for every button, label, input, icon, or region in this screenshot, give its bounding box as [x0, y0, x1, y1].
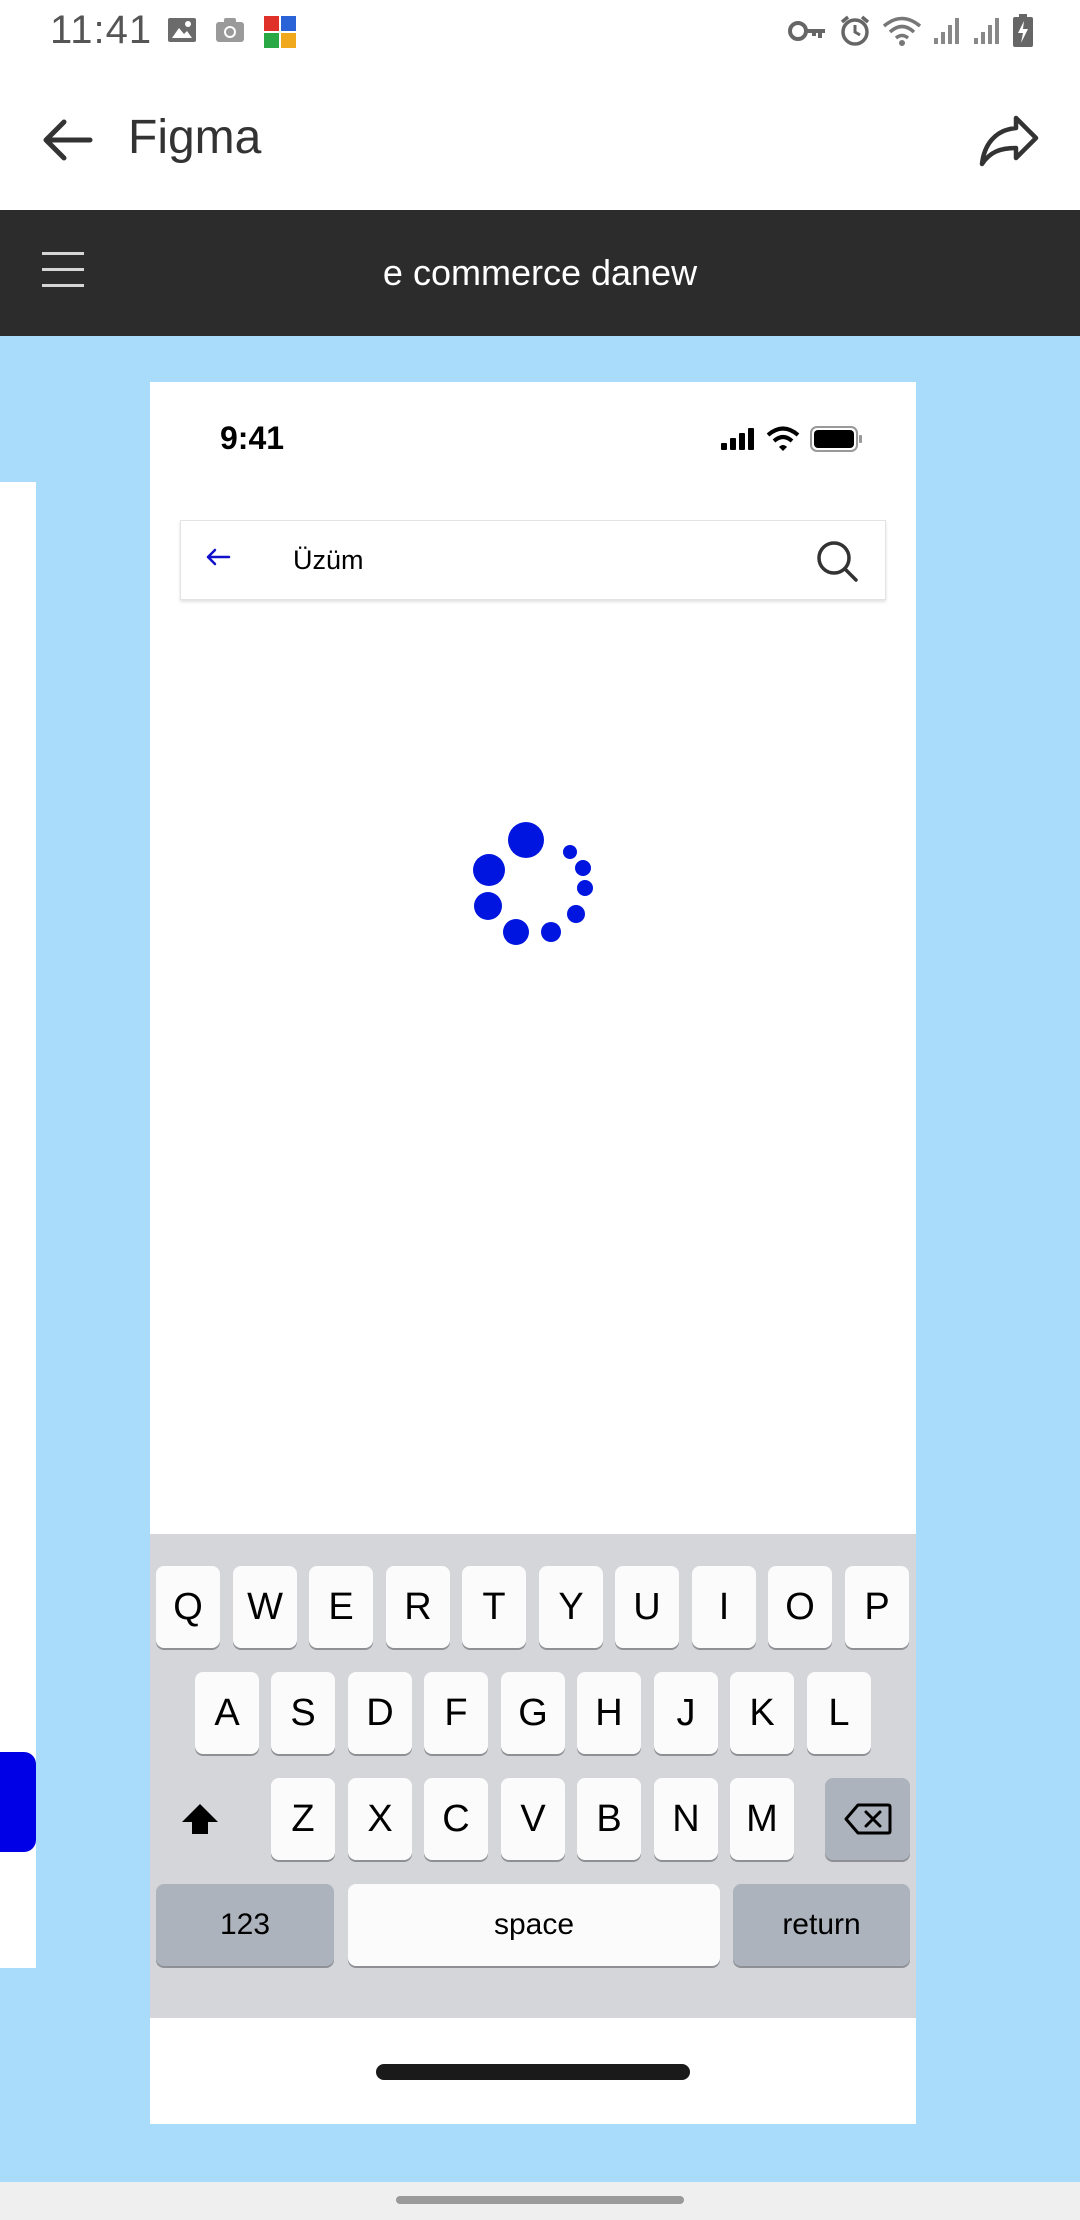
key-o[interactable]: O: [768, 1566, 832, 1648]
key-n[interactable]: N: [654, 1778, 718, 1860]
key-w[interactable]: W: [233, 1566, 297, 1648]
device-status-icons: [720, 426, 864, 452]
delete-key[interactable]: [825, 1778, 910, 1860]
magnifier-icon[interactable]: [815, 539, 859, 583]
file-title: e commerce danew: [382, 252, 698, 293]
key-h[interactable]: H: [577, 1672, 641, 1754]
device-time: 9:41: [220, 420, 285, 456]
puzzle-app-icon: [264, 16, 296, 48]
notification-icons: [166, 14, 298, 50]
prototype-frame: 9:41 Üzüm Q W E R T Y U I O P A S D F G …: [150, 382, 916, 2124]
key-a[interactable]: A: [195, 1672, 259, 1754]
arrow-left-icon[interactable]: [36, 108, 100, 172]
figma-toolbar: e commerce danew: [0, 210, 1080, 336]
prototype-canvas: 9:41 Üzüm Q W E R T Y U I O P A S D F G …: [0, 336, 1080, 2182]
share-icon[interactable]: [976, 106, 1044, 174]
key-y[interactable]: Y: [539, 1566, 603, 1648]
return-key[interactable]: return: [733, 1884, 910, 1966]
key-x[interactable]: X: [348, 1778, 412, 1860]
system-icons: [788, 14, 1034, 48]
wifi-icon: [882, 16, 922, 46]
key-v[interactable]: V: [501, 1778, 565, 1860]
key-k[interactable]: K: [730, 1672, 794, 1754]
adjacent-frame: [0, 482, 36, 1968]
gallery-icon: [168, 18, 196, 42]
key-m[interactable]: M: [730, 1778, 794, 1860]
key-j[interactable]: J: [654, 1672, 718, 1754]
key-b[interactable]: B: [577, 1778, 641, 1860]
key-p[interactable]: P: [845, 1566, 909, 1648]
key-l[interactable]: L: [807, 1672, 871, 1754]
camera-icon: [216, 18, 244, 42]
key-t[interactable]: T: [462, 1566, 526, 1648]
app-title: Figma: [128, 111, 262, 164]
app-bar: Figma: [0, 66, 1080, 210]
system-status-bar: 11:41: [0, 0, 1080, 66]
signal-icon: [934, 18, 959, 44]
gesture-handle[interactable]: [396, 2196, 684, 2204]
key-q[interactable]: Q: [156, 1566, 220, 1648]
backspace-icon: [844, 1803, 891, 1835]
key-g[interactable]: G: [501, 1672, 565, 1754]
onscreen-keyboard: Q W E R T Y U I O P A S D F G H J K L Z …: [150, 1534, 916, 2018]
key-z[interactable]: Z: [271, 1778, 335, 1860]
key-d[interactable]: D: [348, 1672, 412, 1754]
shift-key[interactable]: [156, 1778, 244, 1860]
loading-spinner-icon: [473, 822, 593, 945]
key-e[interactable]: E: [309, 1566, 373, 1648]
vpn-key-icon: [788, 21, 825, 41]
wifi-icon: [766, 426, 800, 451]
key-f[interactable]: F: [424, 1672, 488, 1754]
system-time: 11:41: [50, 8, 153, 52]
battery-icon: [810, 426, 862, 452]
search-input[interactable]: Üzüm: [293, 545, 364, 576]
key-r[interactable]: R: [386, 1566, 450, 1648]
arrow-left-icon[interactable]: [203, 545, 233, 569]
key-c[interactable]: C: [424, 1778, 488, 1860]
key-u[interactable]: U: [615, 1566, 679, 1648]
key-s[interactable]: S: [271, 1672, 335, 1754]
cellular-icon: [721, 428, 754, 450]
search-bar[interactable]: Üzüm: [180, 520, 886, 600]
key-i[interactable]: I: [692, 1566, 756, 1648]
home-indicator[interactable]: [376, 2064, 690, 2080]
system-nav-bar: [0, 2182, 1080, 2220]
shift-icon: [182, 1804, 218, 1834]
battery-charging-icon: [1013, 14, 1033, 47]
numbers-key[interactable]: 123: [156, 1884, 334, 1966]
alarm-icon: [840, 15, 870, 46]
adjacent-frame-button: [0, 1752, 36, 1852]
signal-icon: [974, 18, 999, 44]
space-key[interactable]: space: [348, 1884, 720, 1966]
device-home-area: [150, 2018, 916, 2124]
